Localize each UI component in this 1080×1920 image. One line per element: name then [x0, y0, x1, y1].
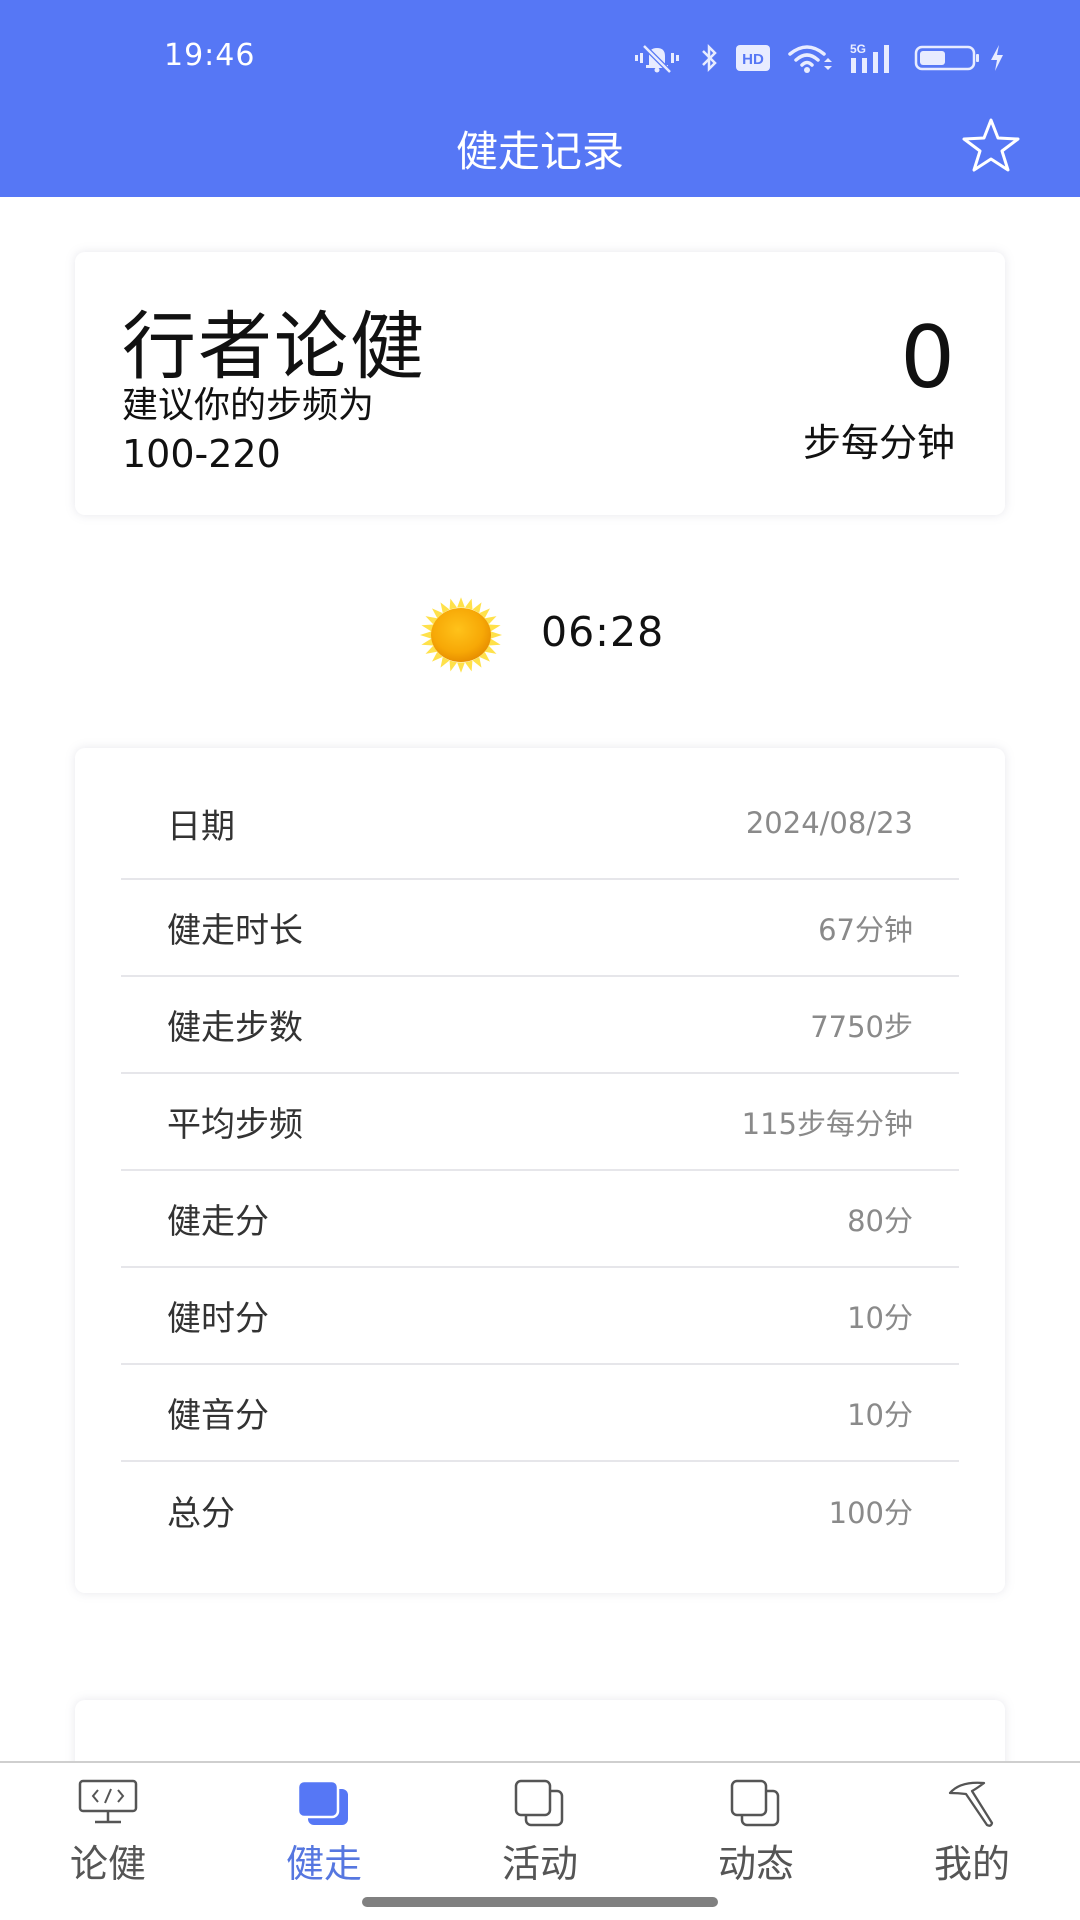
mute-vibrate-icon	[632, 42, 682, 74]
row-label: 日期	[167, 806, 235, 847]
row-value: 100分	[828, 1495, 913, 1530]
detail-row-avg-cadence: 平均步频 115步每分钟	[121, 1074, 959, 1171]
row-value: 7750步	[810, 1009, 913, 1044]
monitor-code-icon	[78, 1779, 138, 1829]
row-value: 2024/08/23	[745, 806, 913, 840]
row-value: 10分	[847, 1397, 913, 1432]
hd-icon: HD	[736, 45, 770, 71]
row-value: 115步每分钟	[741, 1106, 913, 1141]
detail-row-date: 日期 2024/08/23	[121, 748, 959, 880]
sun-ray	[449, 598, 458, 610]
row-value: 67分钟	[818, 912, 913, 947]
row-label: 总分	[167, 1494, 235, 1534]
detail-row-time-score: 健时分 10分	[121, 1268, 959, 1365]
favorite-button[interactable]	[960, 118, 1022, 176]
sun-ray	[420, 631, 432, 639]
cadence-range: 100-220	[122, 432, 281, 476]
page-title: 健走记录	[455, 127, 624, 176]
wifi-icon	[788, 42, 832, 74]
row-label: 健时分	[167, 1299, 269, 1339]
status-icons: HD 5G	[632, 38, 1006, 78]
details-list: 日期 2024/08/23 健走时长 67分钟 健走步数 7750步 平均步频 …	[121, 748, 959, 1559]
sunrise-row: 06:28	[0, 592, 1080, 673]
charging-icon	[988, 42, 1006, 74]
tab-huodong[interactable]: 活动	[470, 1771, 610, 1891]
tab-jianzou[interactable]: 健走	[254, 1771, 394, 1891]
current-cadence-unit: 步每分钟	[802, 421, 955, 465]
tab-label: 我的	[933, 1842, 1010, 1886]
app-bar: 19:46 HD 5G 健走记录	[0, 0, 1080, 197]
sun-ray	[490, 631, 502, 639]
cards-stack-outline-icon	[510, 1779, 570, 1829]
tab-label: 论健	[69, 1842, 146, 1886]
status-time: 19:46	[164, 38, 256, 73]
cards-stack-outline-icon	[726, 1779, 786, 1829]
current-cadence-value: 0	[900, 308, 955, 408]
bluetooth-icon	[700, 42, 718, 74]
row-label: 平均步频	[167, 1105, 303, 1145]
row-value: 10分	[847, 1300, 913, 1335]
network-label: 5G	[850, 42, 866, 56]
detail-row-sound-score: 健音分 10分	[121, 1365, 959, 1462]
walk-details-card: 日期 2024/08/23 健走时长 67分钟 健走步数 7750步 平均步频 …	[75, 748, 1005, 1593]
tab-dongtai[interactable]: 动态	[686, 1771, 826, 1891]
star-outline-icon	[961, 117, 1021, 177]
sunrise-time: 06:28	[541, 608, 665, 656]
row-value: 80分	[847, 1203, 913, 1238]
cards-stack-icon	[294, 1779, 354, 1829]
summary-card: 行者论健 建议你的步频为 100-220 0 步每分钟	[75, 252, 1005, 515]
row-label: 健音分	[167, 1396, 269, 1436]
detail-row-walk-score: 健走分 80分	[121, 1171, 959, 1268]
battery-icon	[914, 42, 982, 74]
detail-row-steps: 健走步数 7750步	[121, 977, 959, 1074]
sun-ray	[457, 597, 465, 608]
tab-lunjian[interactable]: 论健	[38, 1771, 178, 1891]
home-indicator[interactable]	[362, 1897, 718, 1907]
row-label: 健走时长	[167, 911, 303, 951]
hd-label: HD	[742, 51, 764, 68]
sun-ray	[464, 660, 473, 672]
cadence-hint: 建议你的步频为	[122, 385, 375, 426]
tab-label: 活动	[501, 1842, 578, 1886]
detail-row-duration: 健走时长 67分钟	[121, 880, 959, 977]
tab-label: 健走	[285, 1842, 362, 1886]
row-label: 健走分	[167, 1202, 269, 1242]
sun-icon	[418, 592, 504, 678]
sun-ray	[457, 662, 465, 673]
row-label: 健走步数	[167, 1008, 303, 1048]
hammer-icon	[942, 1779, 1002, 1829]
5g-signal-icon: 5G	[850, 42, 896, 74]
tab-wode[interactable]: 我的	[902, 1771, 1042, 1891]
sun-ray	[464, 598, 473, 610]
bottom-nav: 论健 健走 活动 动态 我的	[0, 1761, 1080, 1920]
detail-row-total-score: 总分 100分	[121, 1462, 959, 1559]
tab-label: 动态	[717, 1842, 794, 1886]
sun-ray	[449, 660, 458, 672]
